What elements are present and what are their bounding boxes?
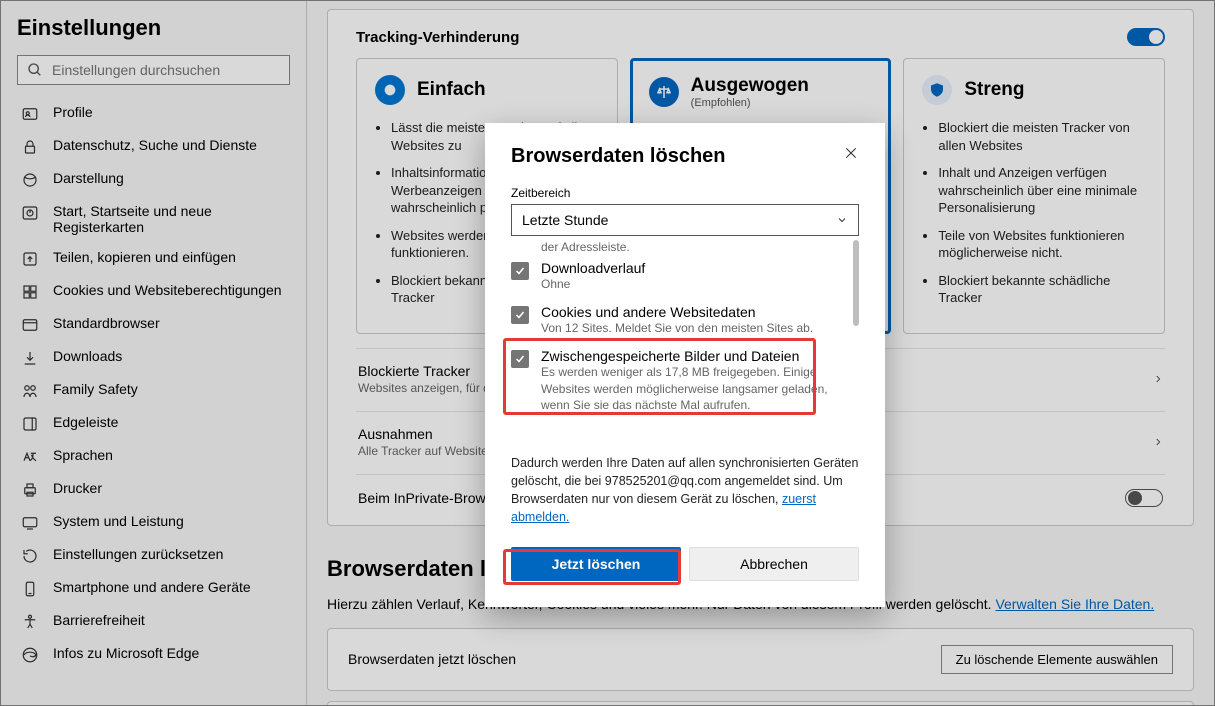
clear-browsing-data-dialog: Browserdaten löschen Zeitbereich Letzte … <box>485 123 885 607</box>
dialog-title: Browserdaten löschen <box>511 145 726 168</box>
checkbox-checked[interactable] <box>511 350 529 368</box>
clear-now-button[interactable]: Jetzt löschen <box>511 547 681 581</box>
checkbox-checked[interactable] <box>511 306 529 324</box>
sync-note: Dadurch werden Ihre Daten auf allen sync… <box>511 454 859 527</box>
truncated-previous-item: der Adressleiste. <box>511 240 859 254</box>
close-icon[interactable] <box>843 145 859 161</box>
time-range-label: Zeitbereich <box>511 186 859 200</box>
checkbox-checked[interactable] <box>511 262 529 280</box>
dialog-scroll-area[interactable]: der Adressleiste. Downloadverlauf Ohne C… <box>511 240 859 440</box>
item-cached-images[interactable]: Zwischengespeicherte Bilder und Dateien … <box>511 342 859 419</box>
time-range-select[interactable]: Letzte Stunde <box>511 204 859 236</box>
item-download-history[interactable]: Downloadverlauf Ohne <box>511 254 859 298</box>
item-cookies[interactable]: Cookies und andere Websitedaten Von 12 S… <box>511 298 859 342</box>
cancel-button[interactable]: Abbrechen <box>689 547 859 581</box>
scrollbar-thumb[interactable] <box>853 240 859 326</box>
chevron-down-icon <box>836 214 848 226</box>
